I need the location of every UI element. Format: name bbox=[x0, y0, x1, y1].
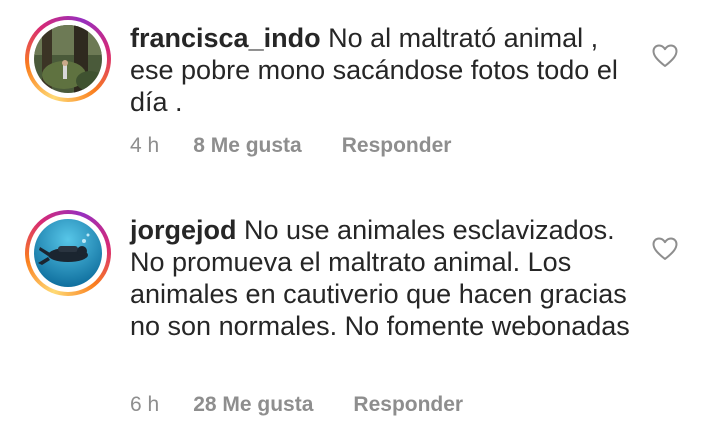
reply-button[interactable]: Responder bbox=[353, 393, 463, 417]
heart-outline-icon[interactable] bbox=[652, 44, 678, 68]
like-count-link[interactable]: 8 Me gusta bbox=[193, 134, 302, 158]
like-count-link[interactable]: 28 Me gusta bbox=[193, 393, 313, 417]
reply-button[interactable]: Responder bbox=[342, 134, 452, 158]
comment-meta: 4 h 8 Me gusta Responder bbox=[130, 134, 451, 158]
comment-timestamp: 4 h bbox=[130, 134, 160, 157]
diver-underwater-avatar-icon bbox=[34, 219, 102, 287]
comment-item: jorgejod No use animales esclavizados. N… bbox=[0, 190, 720, 438]
comment-meta: 6 h 28 Me gusta Responder bbox=[130, 393, 463, 417]
avatar[interactable] bbox=[25, 210, 111, 296]
forest-photo-avatar-icon bbox=[34, 25, 102, 93]
heart-outline-icon[interactable] bbox=[652, 237, 678, 261]
comment-timestamp: 6 h bbox=[130, 393, 160, 416]
avatar[interactable] bbox=[25, 16, 111, 102]
comment-body: jorgejod No use animales esclavizados. N… bbox=[130, 214, 630, 342]
comment-body: francisca_indo No al maltrató animal , e… bbox=[130, 22, 630, 118]
comment-username[interactable]: jorgejod bbox=[130, 215, 237, 245]
comment-username[interactable]: francisca_indo bbox=[130, 23, 321, 53]
comment-item: francisca_indo No al maltrató animal , e… bbox=[0, 0, 720, 190]
